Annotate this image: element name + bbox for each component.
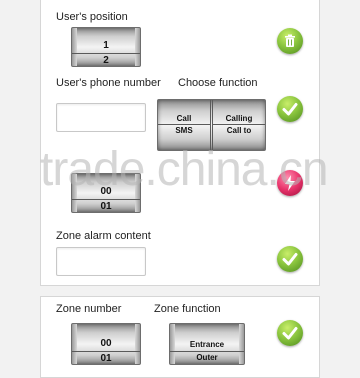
zone-alert-button[interactable]: [277, 170, 303, 196]
zone-function-label: Zone function: [154, 303, 221, 315]
picker-option[interactable]: Call to: [213, 126, 265, 135]
picker-option[interactable]: 01: [72, 353, 140, 364]
function-picker-right[interactable]: Calling Call to: [212, 100, 265, 150]
picker-option[interactable]: 00: [72, 186, 140, 197]
lightning-icon: [285, 175, 295, 191]
user-position-label: User's position: [56, 11, 128, 23]
picker-option[interactable]: SMS: [158, 126, 210, 135]
checkmark-icon: [282, 327, 298, 340]
confirm-zone-button[interactable]: [277, 320, 303, 346]
checkmark-icon: [282, 253, 298, 266]
picker-option[interactable]: 00: [72, 338, 140, 349]
zone-picker[interactable]: 00 01: [71, 173, 141, 213]
picker-option[interactable]: Calling: [213, 114, 265, 123]
zone-number-label: Zone number: [56, 303, 122, 315]
picker-option[interactable]: Entrance: [170, 340, 244, 349]
zone-number-picker[interactable]: 00 01: [71, 323, 141, 365]
picker-option[interactable]: 2: [72, 55, 140, 66]
picker-option[interactable]: Outer: [170, 353, 244, 362]
zone-alarm-content-label: Zone alarm content: [56, 230, 151, 242]
function-picker-left[interactable]: Call SMS: [158, 100, 211, 150]
confirm-phone-button[interactable]: [277, 96, 303, 122]
zone-function-picker[interactable]: Entrance Outer: [169, 323, 245, 365]
phone-number-label: User's phone number: [56, 77, 161, 89]
function-picker[interactable]: Call SMS Calling Call to: [157, 99, 266, 151]
picker-option[interactable]: 1: [72, 40, 140, 51]
trash-icon: [285, 34, 295, 47]
user-position-picker[interactable]: 1 2: [71, 27, 141, 67]
choose-function-label: Choose function: [178, 77, 258, 89]
phone-number-field[interactable]: [56, 103, 146, 132]
picker-option[interactable]: Call: [158, 114, 210, 123]
zone-alarm-content-field[interactable]: [56, 247, 146, 276]
picker-option[interactable]: 01: [72, 201, 140, 212]
confirm-alarm-content-button[interactable]: [277, 246, 303, 272]
delete-button[interactable]: [277, 28, 303, 54]
checkmark-icon: [282, 103, 298, 116]
